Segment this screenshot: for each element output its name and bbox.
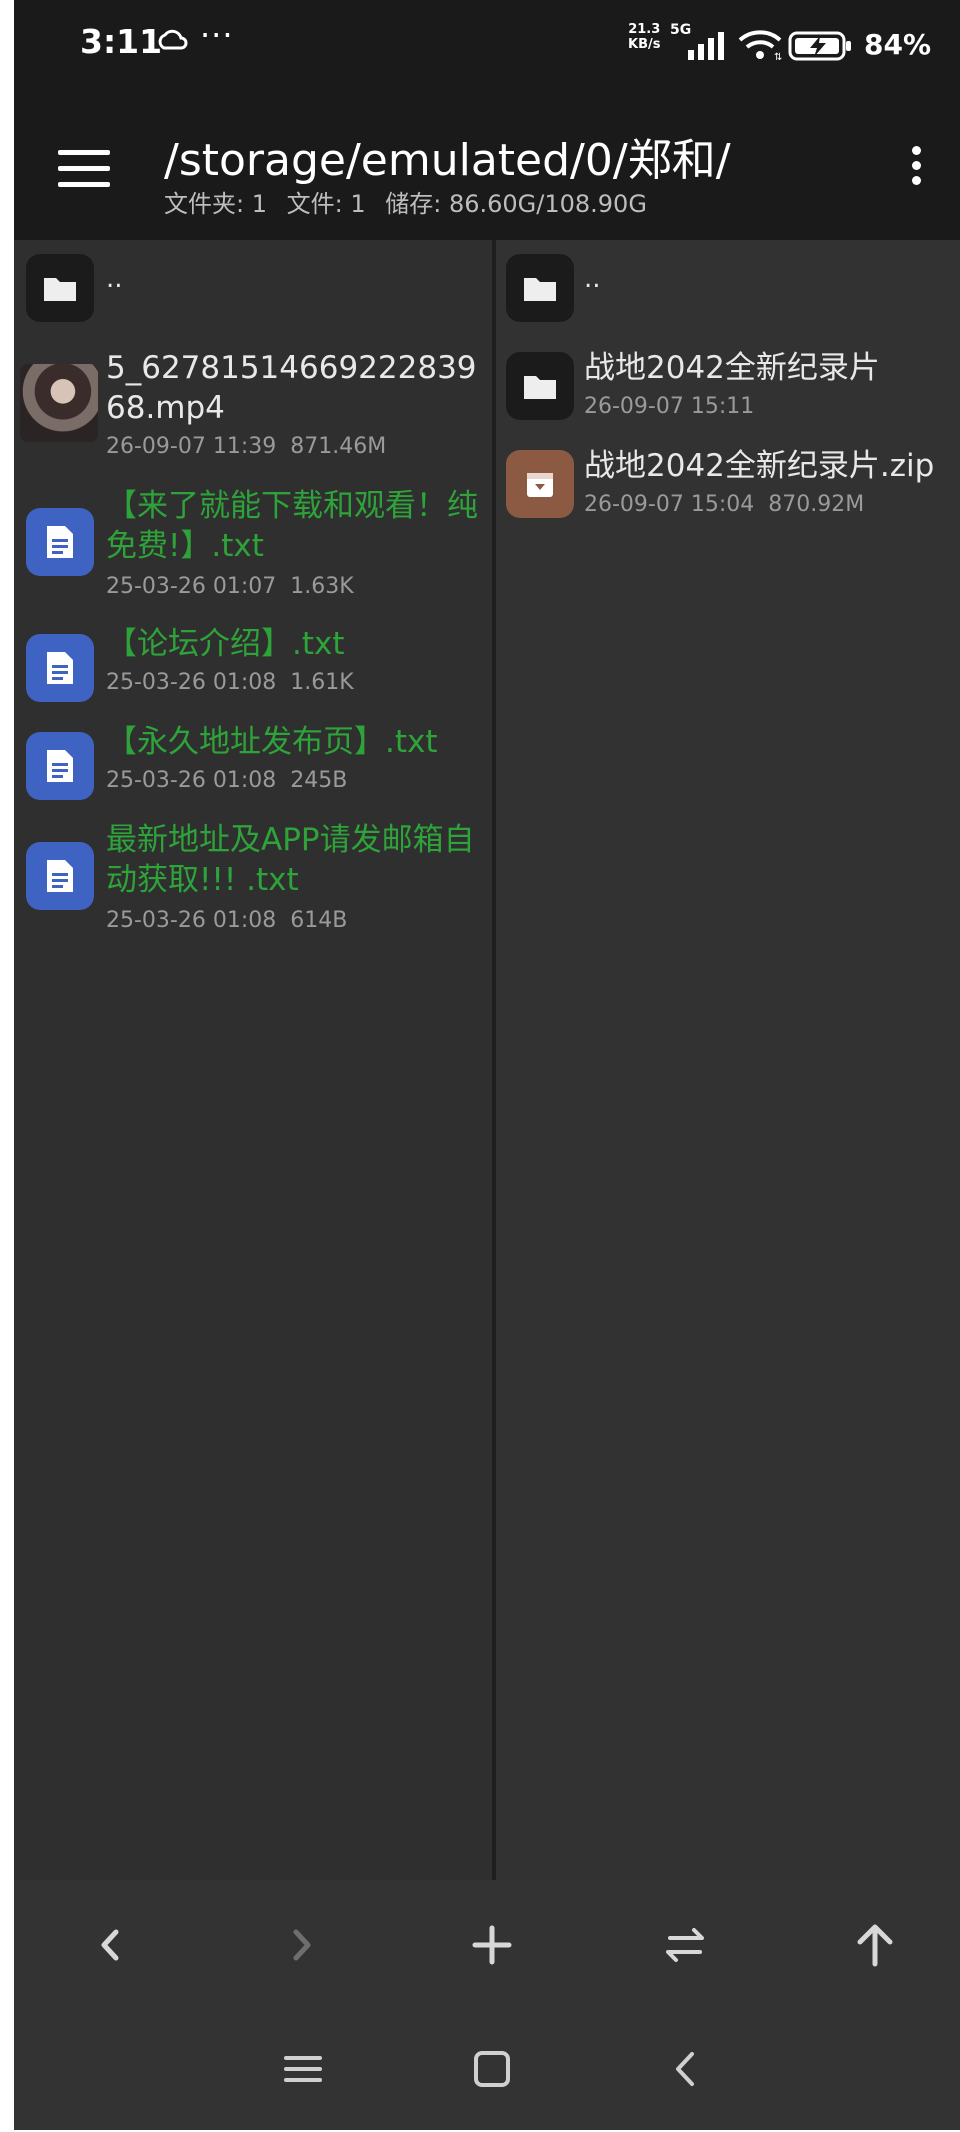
swap-panes-icon[interactable] (650, 1910, 720, 1980)
file-meta: 26-09-07 11:39 871.46M (106, 434, 386, 459)
file-date: 26-09-07 11:39 (106, 434, 277, 459)
file-meta: 26-09-07 15:11 (584, 394, 754, 419)
svg-text:⇅: ⇅ (774, 52, 782, 62)
folder-name: 战地2042全新纪录片 (584, 350, 880, 386)
text-file-icon (26, 508, 94, 576)
text-file-icon (26, 732, 94, 800)
up-arrow-icon[interactable] (840, 1910, 910, 1980)
recent-apps-icon[interactable] (268, 2034, 338, 2104)
signal-icon (688, 32, 724, 60)
right-file-pane[interactable]: .. 战地2042全新纪录片 26-09-07 15:11 战地2042全新纪录… (496, 240, 960, 1880)
file-date: 25-03-26 01:07 (106, 574, 277, 599)
folder-icon (26, 254, 94, 322)
status-bar: 3:11 ··· 21.3 KB/s 5G ⇅ 84% (14, 0, 960, 100)
parent-directory-row[interactable]: .. (14, 254, 492, 330)
storage-usage: 储存: 86.60G/108.90G (385, 190, 647, 218)
text-file-icon (26, 842, 94, 910)
file-size: 871.46M (290, 434, 387, 459)
parent-directory-label: .. (106, 264, 123, 294)
parent-directory-row[interactable]: .. (496, 254, 960, 330)
hamburger-menu-icon[interactable] (58, 150, 110, 190)
file-size: 1.63K (290, 574, 354, 599)
overflow-menu-icon[interactable] (906, 146, 926, 192)
file-row-text[interactable]: 【来了就能下载和观看！纯免费!】.txt 25-03-26 01:07 1.63… (14, 486, 492, 610)
archive-file-icon (506, 450, 574, 518)
network-speed-unit: KB/s (628, 37, 661, 52)
add-icon[interactable] (457, 1910, 527, 1980)
battery-percent: 84% (864, 28, 932, 61)
file-size: 870.92M (768, 492, 865, 517)
battery-charging-icon (788, 31, 851, 61)
file-row-text[interactable]: 【永久地址发布页】.txt 25-03-26 01:08 245B (14, 722, 492, 806)
file-size: 614B (290, 908, 348, 933)
bottom-action-bar (14, 1880, 960, 2010)
path-summary: 文件夹: 1 文件: 1 储存: 86.60G/108.90G (164, 184, 659, 219)
file-name: 战地2042全新纪录片.zip (584, 448, 935, 484)
file-name: 最新地址及APP请发邮箱自动获取!!! .txt (106, 822, 475, 898)
file-meta: 26-09-07 15:04 870.92M (584, 492, 864, 517)
file-size: 1.61K (290, 670, 354, 695)
home-icon[interactable] (457, 2034, 527, 2104)
current-path-title: /storage/emulated/0/郑和/ (164, 135, 731, 186)
file-row-video[interactable]: 5_6278151466922283968.mp4 26-09-07 11:39… (14, 348, 492, 472)
status-time: 3:11 (80, 22, 163, 61)
left-file-pane[interactable]: .. 5_6278151466922283968.mp4 26-09-07 11… (14, 240, 492, 1880)
forward-arrow-icon[interactable] (268, 1910, 338, 1980)
app-toolbar: /storage/emulated/0/郑和/ 文件夹: 1 文件: 1 储存:… (14, 100, 960, 240)
folder-icon (506, 352, 574, 420)
system-navigation-bar (14, 2010, 960, 2130)
back-arrow-icon[interactable] (74, 1910, 144, 1980)
file-date: 25-03-26 01:08 (106, 908, 277, 933)
cloud-icon (158, 29, 188, 50)
file-date: 25-03-26 01:08 (106, 670, 277, 695)
more-notifications-icon: ··· (200, 16, 234, 54)
file-name: 【论坛介绍】.txt (106, 626, 345, 662)
file-meta: 25-03-26 01:08 1.61K (106, 670, 354, 695)
file-meta: 25-03-26 01:08 614B (106, 908, 347, 933)
file-name: 【永久地址发布页】.txt (106, 724, 438, 760)
network-speed: 21.3 KB/s (628, 22, 660, 52)
text-file-icon (26, 634, 94, 702)
system-back-icon[interactable] (650, 2034, 720, 2104)
file-count: 文件: 1 (286, 190, 366, 218)
file-date: 26-09-07 15:04 (584, 492, 755, 517)
file-size: 245B (290, 768, 348, 793)
file-name: 5_6278151466922283968.mp4 (106, 350, 477, 426)
file-row-archive[interactable]: 战地2042全新纪录片.zip 26-09-07 15:04 870.92M (496, 446, 960, 530)
folder-row[interactable]: 战地2042全新纪录片 26-09-07 15:11 (496, 348, 960, 432)
wifi-icon: ⇅ (738, 30, 782, 62)
file-date: 26-09-07 15:11 (584, 394, 755, 419)
file-date: 25-03-26 01:08 (106, 768, 277, 793)
network-speed-value: 21.3 (628, 22, 661, 37)
file-meta: 25-03-26 01:07 1.63K (106, 574, 354, 599)
parent-directory-label: .. (584, 264, 601, 294)
video-thumbnail (20, 364, 98, 442)
file-name: 【来了就能下载和观看！纯免费!】.txt (106, 488, 478, 564)
file-row-text[interactable]: 最新地址及APP请发邮箱自动获取!!! .txt 25-03-26 01:08 … (14, 820, 492, 944)
folder-icon (506, 254, 574, 322)
file-row-text[interactable]: 【论坛介绍】.txt 25-03-26 01:08 1.61K (14, 624, 492, 708)
folder-count: 文件夹: 1 (164, 190, 267, 218)
file-manager-screen: 3:11 ··· 21.3 KB/s 5G ⇅ 84% /storage/emu… (14, 0, 960, 2130)
file-meta: 25-03-26 01:08 245B (106, 768, 347, 793)
